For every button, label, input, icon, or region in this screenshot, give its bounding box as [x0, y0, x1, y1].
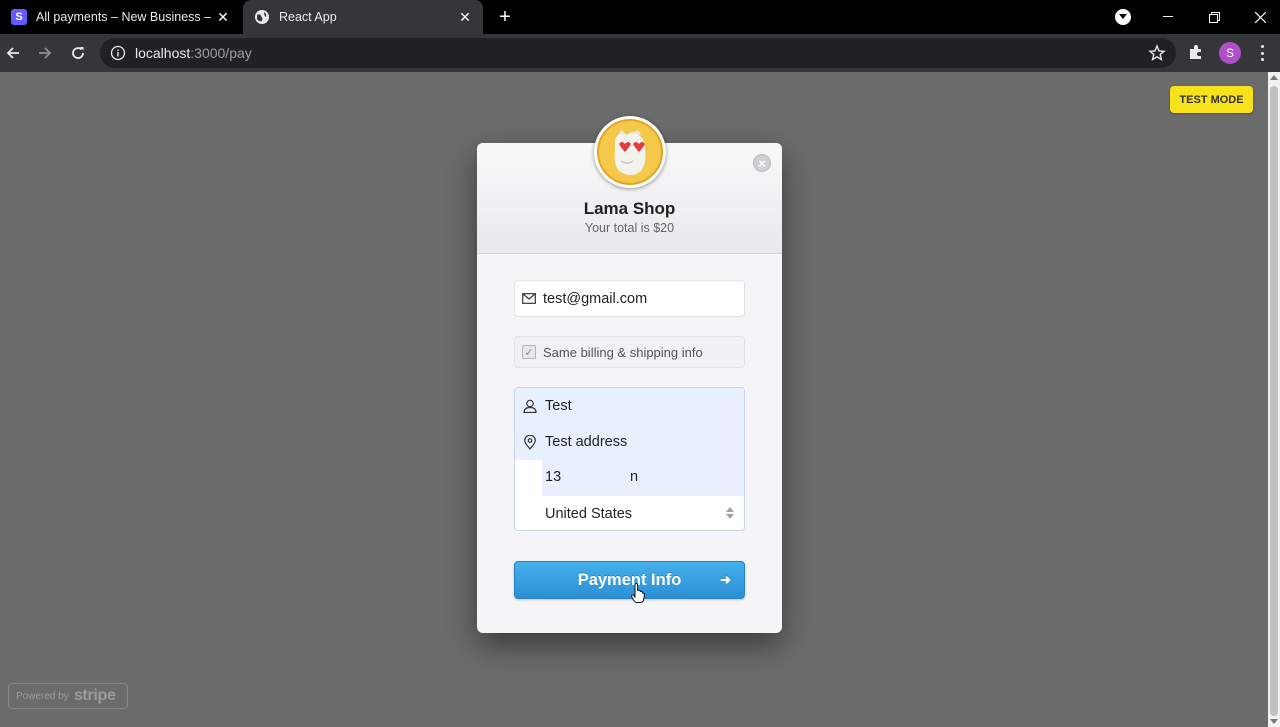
scroll-thumb[interactable] [1270, 86, 1278, 716]
llama-logo-icon [597, 119, 663, 185]
scrollbar[interactable] [1268, 72, 1280, 727]
minimize-icon[interactable] [1145, 0, 1191, 34]
zip-field[interactable]: 13 [545, 469, 561, 485]
tab-search-icon[interactable] [1115, 9, 1131, 25]
zip-city-row: 13 n [515, 460, 744, 496]
address-value: Test address [545, 434, 628, 450]
shop-logo [594, 116, 666, 188]
country-value: United States [545, 506, 633, 522]
extensions-icon[interactable] [1187, 43, 1205, 61]
stripe-favicon-icon: S [11, 9, 27, 25]
close-modal-button[interactable]: × [753, 154, 771, 172]
select-arrows-icon [726, 507, 734, 519]
city-field[interactable]: n [630, 469, 638, 485]
address-bar[interactable]: localhost:3000/pay [100, 38, 1176, 68]
arrow-right-icon: ➜ [720, 572, 731, 587]
checkbox-checked-icon[interactable]: ✓ [522, 345, 536, 359]
test-mode-badge: TEST MODE [1170, 86, 1253, 113]
profile-avatar[interactable]: S [1219, 42, 1241, 64]
url-host: localhost [135, 45, 191, 61]
page-overlay: TEST MODE Powered by stripe × Lama Shop … [0, 72, 1280, 727]
back-icon[interactable] [1, 41, 25, 65]
country-select[interactable]: United States [515, 496, 744, 530]
address-group: Test Test address 13 n United States [514, 387, 745, 531]
same-billing-label: Same billing & shipping info [543, 344, 703, 360]
close-tab-icon[interactable]: ✕ [455, 7, 475, 27]
name-field[interactable]: Test [515, 388, 744, 424]
email-field[interactable]: test@gmail.com [514, 280, 745, 317]
tab-title: All payments – New Business – St [36, 10, 213, 24]
bookmark-star-icon[interactable] [1148, 44, 1166, 62]
globe-icon [255, 10, 269, 24]
powered-by-prefix: Powered by [16, 690, 69, 702]
hand-cursor-icon [631, 583, 645, 603]
tab-react-app[interactable]: React App ✕ [243, 0, 483, 34]
stripe-brand: stripe [73, 687, 116, 704]
tab-title: React App [279, 10, 337, 24]
close-tab-icon[interactable]: ✕ [213, 7, 233, 27]
address-field[interactable]: Test address [515, 424, 744, 460]
envelope-icon [515, 293, 543, 304]
modal-header: × Lama Shop Your total is $20 [477, 116, 782, 254]
info-icon[interactable] [110, 45, 126, 61]
url-text: localhost:3000/pay [135, 45, 252, 61]
close-window-icon[interactable] [1237, 0, 1280, 34]
total-text: Your total is $20 [584, 221, 675, 235]
url-path: :3000/pay [190, 45, 252, 61]
name-value: Test [545, 398, 572, 414]
powered-by-stripe[interactable]: Powered by stripe [8, 683, 128, 709]
person-icon [515, 399, 545, 413]
scroll-down-arrow-icon[interactable] [1270, 719, 1278, 724]
browser-toolbar: localhost:3000/pay S [0, 34, 1280, 72]
shop-name: Lama Shop [583, 199, 676, 218]
reload-icon[interactable] [66, 41, 90, 65]
new-tab-button[interactable]: + [495, 7, 515, 27]
payment-info-label: Payment Info [577, 570, 682, 589]
same-billing-checkbox[interactable]: ✓ Same billing & shipping info [514, 336, 745, 368]
checkout-modal: × Lama Shop Your total is $20 test@gmail… [477, 116, 782, 633]
menu-icon[interactable] [1254, 43, 1270, 63]
location-pin-icon [515, 434, 545, 450]
payment-info-button[interactable]: Payment Info ➜ [514, 561, 745, 599]
scroll-up-arrow-icon[interactable] [1270, 75, 1278, 80]
forward-icon[interactable] [33, 41, 57, 65]
email-value: test@gmail.com [543, 290, 648, 307]
browser-tabbar: S All payments – New Business – St ✕ Rea… [0, 0, 1280, 34]
tab-all-payments[interactable]: S All payments – New Business – St ✕ [0, 0, 241, 34]
restore-icon[interactable] [1191, 0, 1237, 34]
